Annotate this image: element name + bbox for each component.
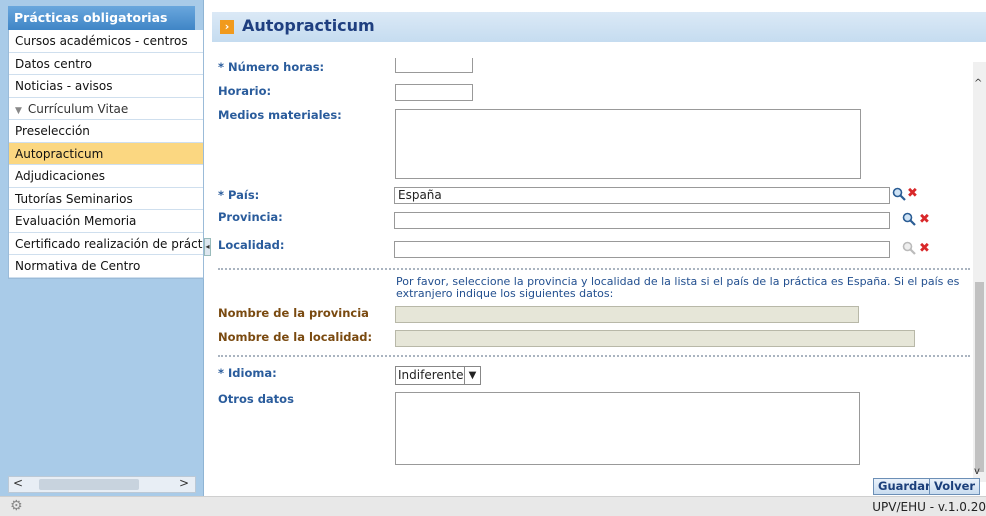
search-icon[interactable] — [902, 212, 916, 226]
foreign-country-note: Por favor, seleccione la provincia y loc… — [396, 275, 960, 300]
status-bar: ⚙ UPV/EHU - v.1.0.20 — [0, 496, 986, 516]
nombre-provincia-input[interactable] — [395, 306, 859, 323]
medios-materiales-textarea[interactable] — [395, 109, 861, 179]
clear-icon[interactable]: ✖ — [919, 241, 930, 256]
sidebar-horizontal-scrollbar[interactable]: < > — [8, 476, 196, 493]
numero-horas-input[interactable] — [395, 58, 473, 73]
medios-materiales-label: Medios materiales: — [218, 108, 342, 122]
nombre-localidad-label: Nombre de la localidad: — [218, 330, 373, 344]
version-label: UPV/EHU - v.1.0.20 — [872, 500, 986, 514]
clear-icon[interactable]: ✖ — [907, 186, 918, 201]
pais-input[interactable]: España — [394, 187, 890, 204]
sidebar-item-label: Currículum Vitae — [27, 101, 129, 116]
scroll-thumb[interactable] — [39, 479, 139, 490]
localidad-label: Localidad: — [218, 238, 285, 252]
idioma-label: * Idioma: — [218, 366, 277, 380]
otros-datos-label: Otros datos — [218, 392, 294, 406]
numero-horas-label: * Número horas: — [218, 60, 325, 74]
page-header: › Autopracticum — [212, 12, 986, 42]
volver-button[interactable]: Volver — [929, 478, 981, 495]
sidebar-item-autopracticum[interactable]: Autopracticum — [9, 142, 203, 165]
pais-label: * País: — [218, 188, 260, 202]
guardar-button[interactable]: Guardar — [873, 478, 936, 495]
collapse-triangle-icon: ▼ — [15, 105, 22, 116]
page-title: Autopracticum — [242, 16, 375, 35]
sidebar-item-datos-centro[interactable]: Datos centro — [9, 52, 203, 75]
main-vertical-scrollbar[interactable]: ^ v — [973, 62, 986, 482]
scroll-thumb[interactable] — [975, 282, 984, 472]
localidad-input[interactable] — [394, 241, 890, 258]
divider — [218, 355, 970, 357]
horario-label: Horario: — [218, 84, 272, 98]
sidebar-collapse-handle[interactable]: ◂ — [204, 238, 211, 256]
search-icon-disabled — [902, 241, 916, 255]
provincia-input[interactable] — [394, 212, 890, 229]
arrow-right-icon: › — [220, 20, 234, 34]
sidebar-item-certificado[interactable]: Certificado realización de práctica — [9, 232, 203, 255]
scroll-down-icon[interactable]: v — [974, 466, 980, 477]
scroll-left-icon[interactable]: < — [13, 476, 23, 490]
sidebar-item-preseleccion[interactable]: Preselección — [9, 120, 203, 143]
nombre-provincia-label: Nombre de la provincia — [218, 306, 369, 320]
otros-datos-textarea[interactable] — [395, 392, 860, 465]
scroll-right-icon[interactable]: > — [179, 476, 189, 490]
idioma-select[interactable]: Indiferente ▼ — [395, 366, 481, 385]
divider — [218, 268, 970, 270]
sidebar-menu: Cursos académicos - centros Datos centro… — [8, 30, 204, 279]
sidebar-item-cursos[interactable]: Cursos académicos - centros — [9, 30, 203, 53]
search-icon[interactable] — [892, 187, 906, 201]
sidebar-item-normativa[interactable]: Normativa de Centro — [9, 255, 203, 278]
sidebar-item-noticias[interactable]: Noticias - avisos — [9, 75, 203, 98]
clear-icon[interactable]: ✖ — [919, 212, 930, 227]
provincia-label: Provincia: — [218, 210, 283, 224]
sidebar-item-adjudicaciones[interactable]: Adjudicaciones — [9, 165, 203, 188]
idioma-selected-value: Indiferente — [398, 368, 464, 382]
scroll-up-icon[interactable]: ^ — [974, 78, 982, 89]
sidebar-title: Prácticas obligatorias — [8, 6, 195, 30]
sidebar: Prácticas obligatorias Cursos académicos… — [0, 0, 204, 496]
sidebar-item-curriculum[interactable]: ▼ Currículum Vitae — [9, 97, 203, 120]
sidebar-item-tutorias[interactable]: Tutorías Seminarios — [9, 187, 203, 210]
autopracticum-form: * Número horas: Horario: Medios material… — [212, 42, 972, 492]
nombre-localidad-input[interactable] — [395, 330, 915, 347]
sidebar-item-evaluacion[interactable]: Evaluación Memoria — [9, 210, 203, 233]
chevron-down-icon: ▼ — [464, 367, 480, 384]
gear-icon[interactable]: ⚙ — [10, 498, 23, 514]
horario-input[interactable] — [395, 84, 473, 101]
